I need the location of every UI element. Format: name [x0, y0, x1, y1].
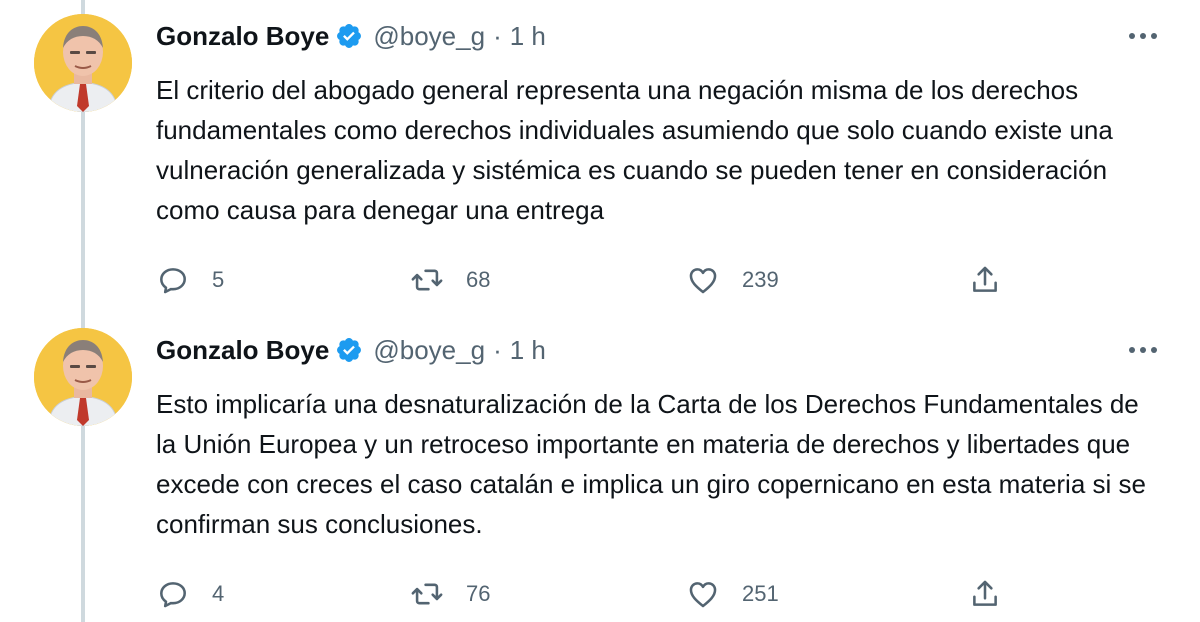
- avatar-portrait-icon: [34, 328, 132, 426]
- tweet-timestamp[interactable]: 1 h: [510, 21, 546, 52]
- tweet-text: El criterio del abogado general represen…: [156, 75, 1113, 225]
- author-name[interactable]: Gonzalo Boye: [156, 335, 329, 366]
- tweet-text: Esto implicaría una desnaturalización de…: [156, 389, 1146, 539]
- reply-count: 5: [212, 267, 225, 292]
- like-button[interactable]: 251: [686, 574, 779, 614]
- tweet-actions: 4 76 251: [156, 574, 1016, 614]
- separator-dot: ·: [493, 20, 502, 51]
- more-options-icon[interactable]: [1126, 340, 1160, 360]
- tweet-header: Gonzalo Boye @boye_g · 1 h: [156, 328, 546, 372]
- like-count: 239: [742, 267, 779, 292]
- reply-button[interactable]: 5: [156, 260, 224, 300]
- tweet[interactable]: Gonzalo Boye @boye_g · 1 h Esto implicar…: [0, 328, 1200, 622]
- author-handle[interactable]: @boye_g: [373, 21, 485, 52]
- share-button[interactable]: [968, 260, 1002, 300]
- share-icon: [973, 580, 997, 606]
- avatar[interactable]: [34, 328, 132, 426]
- retweet-icon: [411, 269, 443, 291]
- reply-button[interactable]: 4: [156, 574, 224, 614]
- avatar[interactable]: [34, 14, 132, 112]
- tweet-timestamp[interactable]: 1 h: [510, 335, 546, 366]
- reply-count: 4: [212, 581, 225, 606]
- avatar-portrait-icon: [34, 14, 132, 112]
- retweet-count: 76: [466, 581, 491, 606]
- like-button[interactable]: 239: [686, 260, 779, 300]
- retweet-icon: [411, 583, 443, 605]
- retweet-button[interactable]: 68: [410, 260, 490, 300]
- more-options-icon[interactable]: [1126, 26, 1160, 46]
- share-button[interactable]: [968, 574, 1002, 614]
- share-icon: [973, 266, 997, 292]
- tweet[interactable]: Gonzalo Boye @boye_g · 1 h El criterio d…: [0, 14, 1200, 314]
- author-handle[interactable]: @boye_g: [373, 335, 485, 366]
- separator-dot: ·: [493, 334, 502, 365]
- retweet-button[interactable]: 76: [410, 574, 490, 614]
- tweet-header: Gonzalo Boye @boye_g · 1 h: [156, 14, 546, 58]
- heart-icon: [689, 268, 717, 294]
- retweet-count: 68: [466, 267, 491, 292]
- like-count: 251: [742, 581, 779, 606]
- verified-badge-icon: [335, 22, 363, 50]
- verified-badge-icon: [335, 336, 363, 364]
- tweet-actions: 5 68 239: [156, 260, 1016, 300]
- reply-icon: [160, 582, 186, 608]
- heart-icon: [689, 582, 717, 608]
- author-name[interactable]: Gonzalo Boye: [156, 21, 329, 52]
- reply-icon: [160, 268, 186, 294]
